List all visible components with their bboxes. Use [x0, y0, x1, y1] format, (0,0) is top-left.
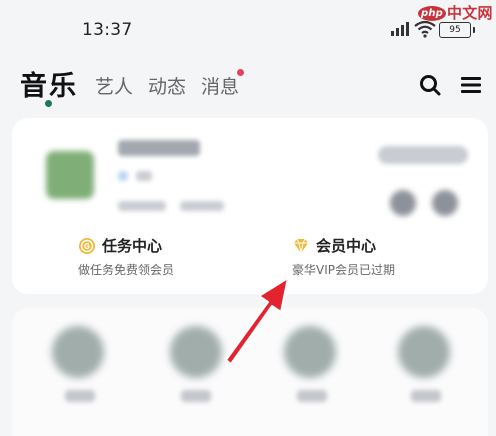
shortcut-icon-redacted[interactable] [284, 326, 336, 378]
status-time: 13:37 [82, 20, 133, 40]
action-icon-redacted[interactable] [432, 190, 458, 216]
member-center-title: 会员中心 [316, 237, 377, 255]
member-center-desc: 豪华VIP会员已过期 [292, 263, 395, 277]
task-center-desc: 做任务免费领会员 [78, 263, 175, 277]
tab-messages[interactable]: 消息 [201, 72, 239, 99]
menu-icon[interactable] [460, 74, 482, 96]
stat-redacted [180, 201, 224, 211]
signal-icon [391, 22, 409, 36]
battery-indicator: 95 [439, 22, 475, 38]
watermark-badge: php [418, 6, 447, 21]
shortcut-icon-redacted[interactable] [398, 326, 450, 378]
tab-artists[interactable]: 艺人 [95, 72, 133, 99]
search-icon[interactable] [419, 74, 441, 96]
task-center-title: 任务中心 [102, 237, 163, 255]
vip-button-redacted[interactable] [378, 146, 468, 164]
active-tab-indicator [45, 100, 52, 107]
shortcut-label-redacted [297, 390, 327, 402]
top-nav: 音乐 艺人 动态 消息 [0, 56, 496, 112]
shortcut-label-redacted [65, 390, 95, 402]
level-text-redacted [136, 171, 152, 181]
shortcut-icon-redacted[interactable] [52, 326, 104, 378]
coin-icon [79, 238, 95, 254]
vip-card: 任务中心 做任务免费领会员 会员中心 豪华VIP会员已过期 [12, 118, 488, 294]
shortcut-row [12, 308, 488, 436]
watermark-text: 中文网 [447, 4, 493, 22]
message-badge [237, 69, 244, 76]
shortcut-label-redacted [181, 390, 211, 402]
shortcut-icon-redacted[interactable] [170, 326, 222, 378]
shortcut-label-redacted [411, 390, 441, 402]
status-bar: 13:37 php 中文网 95 [0, 0, 496, 56]
avatar[interactable] [46, 151, 94, 199]
action-icon-redacted[interactable] [390, 190, 416, 216]
tab-music[interactable]: 音乐 [20, 64, 78, 103]
stat-redacted [118, 201, 166, 211]
username-redacted [118, 140, 200, 156]
tab-feed[interactable]: 动态 [148, 72, 186, 99]
diamond-icon [294, 238, 308, 254]
wifi-icon [414, 20, 436, 38]
level-badge-redacted [118, 171, 128, 181]
